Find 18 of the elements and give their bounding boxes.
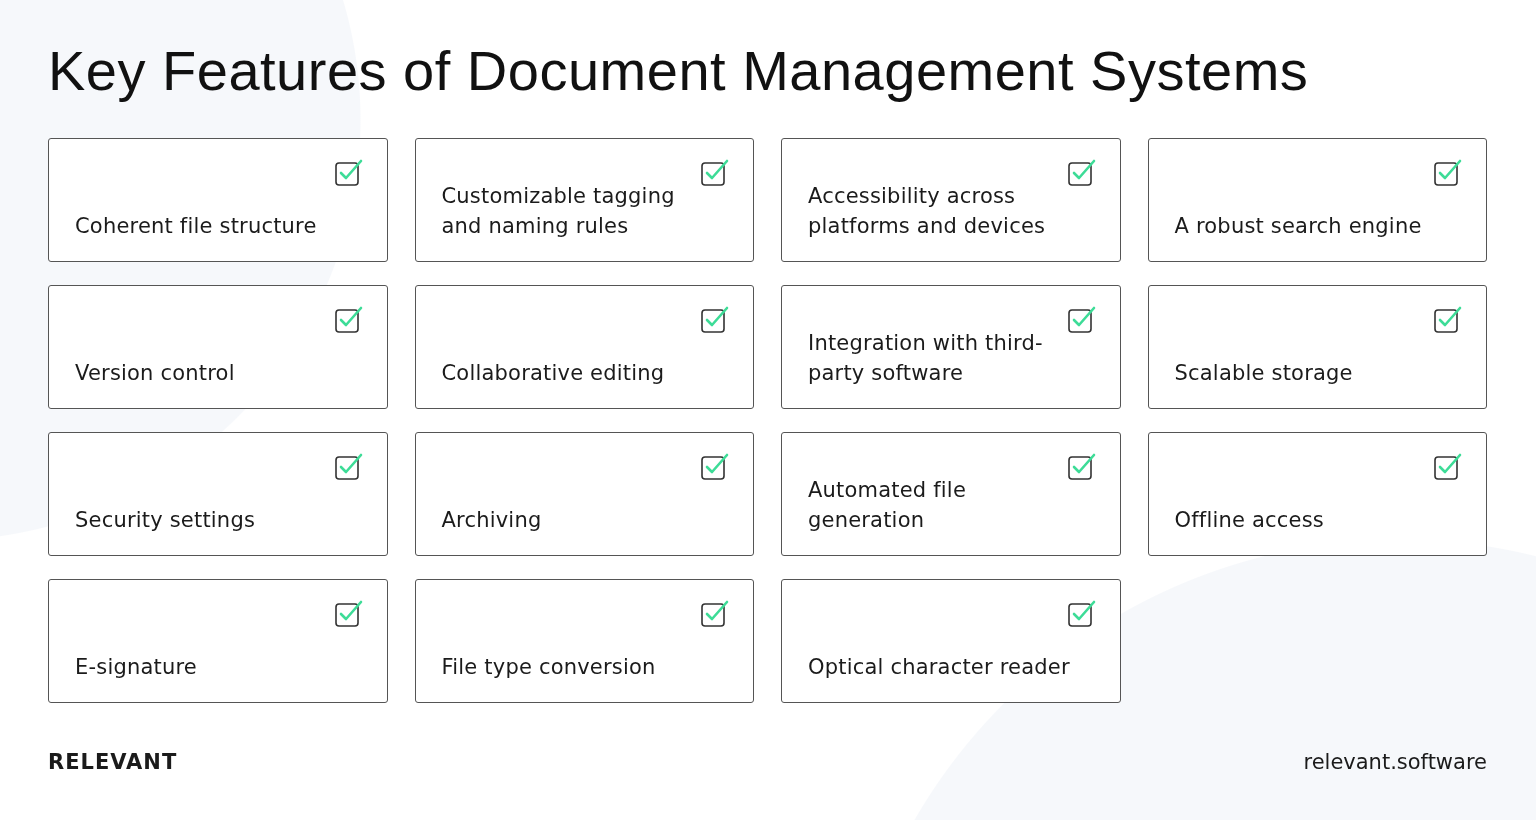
brand-logo: RELEVANT [48, 748, 178, 776]
feature-label: Collaborative editing [441, 359, 665, 387]
feature-label: Security settings [75, 506, 256, 534]
feature-label: Coherent file structure [75, 212, 317, 240]
feature-label: A robust search engine [1174, 212, 1422, 240]
feature-label: Archiving [441, 506, 542, 534]
feature-label: Scalable storage [1174, 359, 1353, 387]
feature-label: Offline access [1174, 506, 1324, 534]
page-title: Key Features of Document Management Systems [48, 40, 1310, 102]
feature-label: Customizable tagging and naming rules [441, 182, 676, 240]
feature-label: Automated file generation [808, 476, 968, 534]
feature-label: Optical character reader [808, 653, 1070, 681]
website-url: relevant.software [1303, 748, 1487, 776]
feature-label: Integration with third-party software [808, 329, 1044, 387]
feature-label: Version control [75, 359, 235, 387]
feature-label: E-signature [75, 653, 197, 681]
feature-label: Accessibility across platforms and devices [808, 182, 1047, 240]
feature-label: File type conversion [441, 653, 656, 681]
